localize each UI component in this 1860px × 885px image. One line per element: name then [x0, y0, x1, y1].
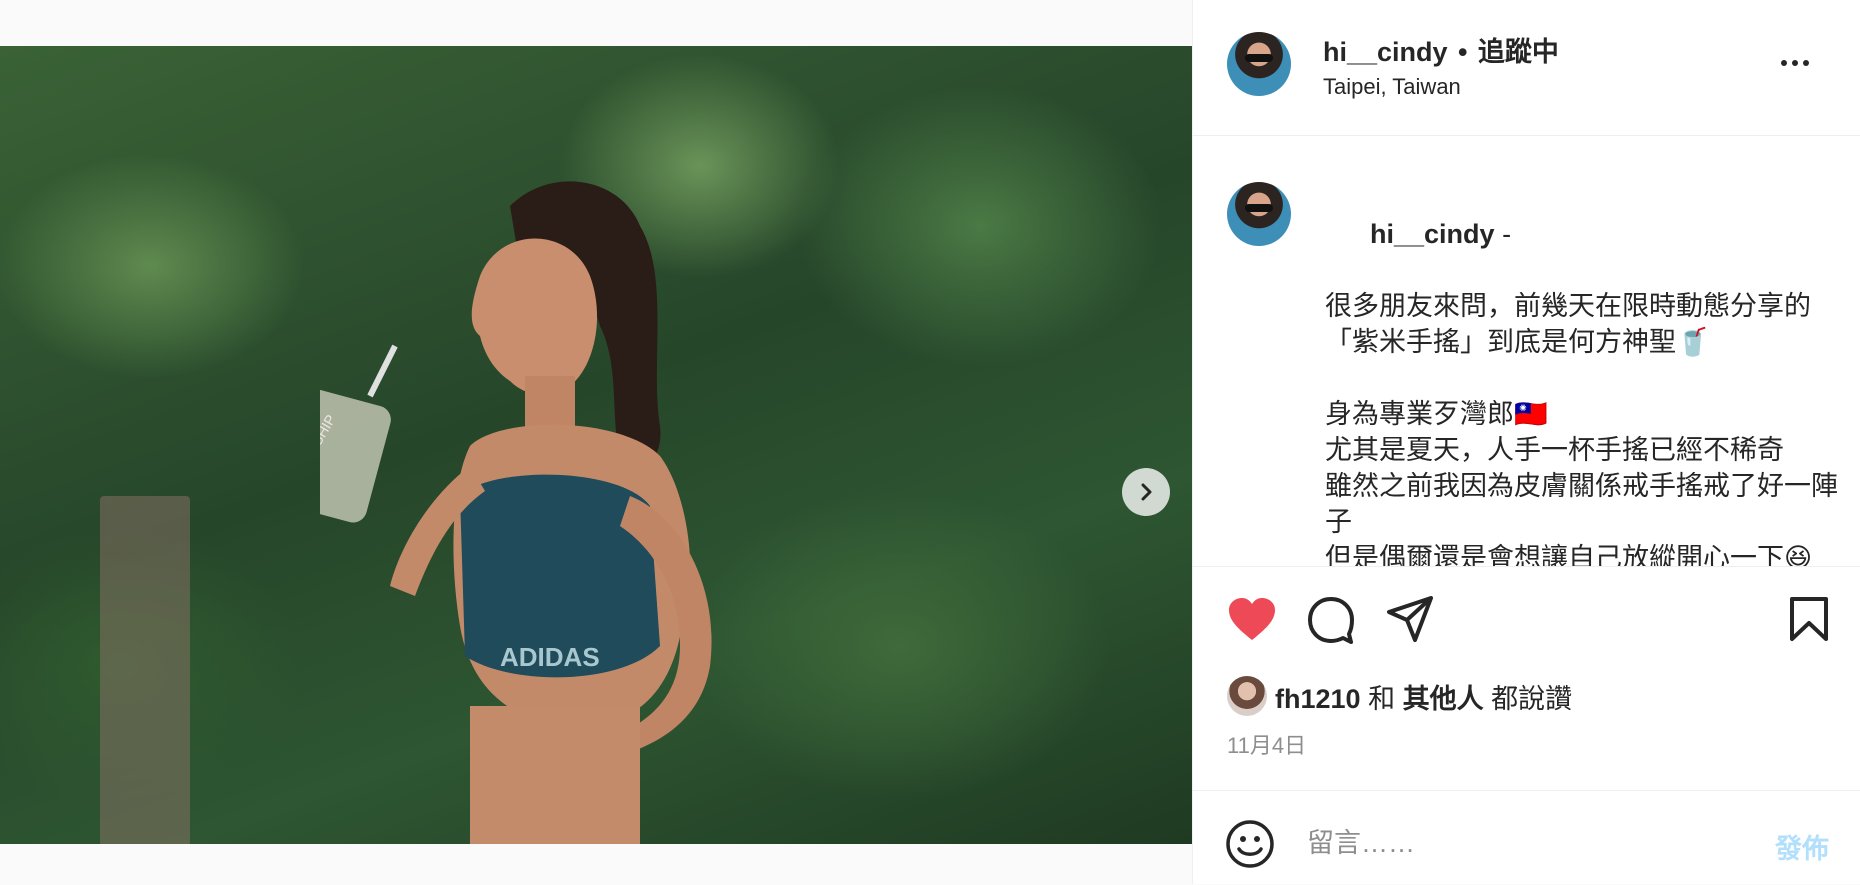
- comment-input[interactable]: [1305, 817, 1749, 869]
- bookmark-icon[interactable]: [1789, 596, 1829, 642]
- post-actions: [1193, 590, 1860, 650]
- caption-line: 很多朋友來問，前幾天在限時動態分享的「紫米手搖」到底是何方神聖🥤: [1325, 291, 1811, 357]
- comment-icon[interactable]: [1307, 596, 1355, 644]
- likes-suffix: 都說讚: [1483, 683, 1573, 714]
- caption-line: 尤其是夏天，人手一杯手搖已經不稀奇: [1325, 435, 1784, 465]
- comment-bar: 發佈: [1193, 790, 1860, 885]
- tree-trunk: [100, 496, 190, 844]
- chevron-right-icon: [1141, 483, 1152, 501]
- post-photo[interactable]: ADIDAS PSHIP: [0, 46, 1192, 844]
- woman-drinking-figure: ADIDAS PSHIP: [320, 181, 712, 844]
- caption-text: hi__cindy - 很多朋友來問，前幾天在限時動態分享的「紫米手搖」到底是何…: [1325, 180, 1845, 567]
- caption-line: 但是偶爾還是會想讓自己放縱開心一下😆: [1325, 543, 1813, 567]
- more-options-button[interactable]: [1773, 48, 1817, 78]
- caption-author-avatar[interactable]: [1227, 182, 1291, 246]
- post-media: ADIDAS PSHIP: [0, 0, 1192, 884]
- post-comment-button[interactable]: 發佈: [1775, 827, 1829, 866]
- post-date[interactable]: 11月4日: [1227, 728, 1306, 760]
- others-liked-link[interactable]: 其他人: [1403, 684, 1484, 714]
- likes-connector: 和: [1360, 683, 1403, 714]
- caption-body: 很多朋友來問，前幾天在限時動態分享的「紫米手搖」到底是何方神聖🥤 身為專業歹灣郎…: [1325, 288, 1845, 567]
- likes-summary: fh1210 和 其他人 都說讚: [1227, 676, 1572, 716]
- emoji-icon[interactable]: [1225, 819, 1275, 869]
- separator-dot: •: [1458, 37, 1468, 67]
- caption-area: hi__cindy - 很多朋友來問，前幾天在限時動態分享的「紫米手搖」到底是何…: [1193, 136, 1860, 567]
- next-slide-button[interactable]: [1122, 468, 1170, 516]
- post-side-panel: hi__cindy • 追蹤中 Taipei, Taiwan hi__cindy…: [1192, 0, 1860, 884]
- caption-line: 身為專業歹灣郎🇹🇼: [1325, 399, 1548, 429]
- author-username[interactable]: hi__cindy: [1323, 37, 1448, 67]
- post-location[interactable]: Taipei, Taiwan: [1323, 74, 1461, 100]
- post-header: hi__cindy • 追蹤中 Taipei, Taiwan: [1193, 0, 1860, 136]
- liker-avatar[interactable]: [1227, 676, 1267, 716]
- follow-status-button[interactable]: 追蹤中: [1478, 37, 1559, 67]
- caption-line: [1325, 360, 1845, 396]
- bra-brand-text: ADIDAS: [500, 642, 600, 672]
- author-avatar[interactable]: [1227, 32, 1291, 96]
- caption-username[interactable]: hi__cindy: [1370, 219, 1495, 249]
- author-info: hi__cindy • 追蹤中: [1323, 30, 1559, 69]
- share-icon[interactable]: [1387, 596, 1433, 642]
- more-icon: [1781, 60, 1787, 66]
- heart-icon[interactable]: [1227, 596, 1277, 642]
- caption-suffix: -: [1494, 219, 1512, 249]
- caption-line: 雖然之前我因為皮膚關係戒手搖戒了好一陣子: [1325, 471, 1838, 537]
- liker-username[interactable]: fh1210: [1275, 684, 1361, 714]
